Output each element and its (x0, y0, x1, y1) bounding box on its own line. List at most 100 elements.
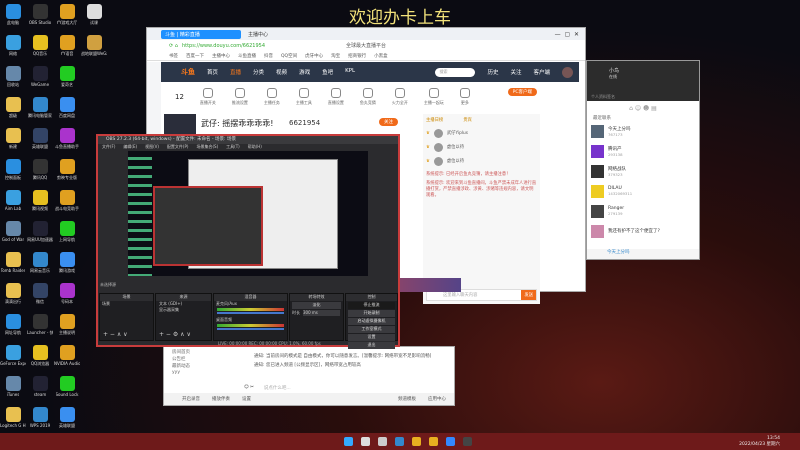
taskbar-app-icon[interactable] (429, 437, 438, 446)
desktop-icon[interactable]: 试课 (81, 2, 107, 32)
obs-control-button[interactable]: 开始录制 (348, 310, 395, 317)
desktop-icon[interactable]: 新建 (0, 126, 26, 156)
desktop-icon[interactable]: 腾讯视频 (27, 188, 53, 218)
obs-menu-item[interactable]: 视图(V) (145, 144, 159, 151)
desktop-icon[interactable]: WPS 2019 (27, 405, 53, 435)
desktop-icon[interactable]: 主播说明 (54, 312, 80, 342)
yy-chat-input[interactable]: 说点什么吧... (264, 385, 291, 391)
desktop-icon[interactable]: God of War (0, 219, 26, 249)
desktop-icon[interactable]: iTunes (0, 374, 26, 404)
nav-item[interactable]: 游戏 (299, 68, 310, 76)
desktop-icon[interactable]: 爱奇艺 (54, 64, 80, 94)
bookmark-item[interactable]: QQ空间 (281, 53, 297, 59)
pc-client-button[interactable]: PC客户端 (507, 88, 537, 96)
desktop-icon[interactable]: 英雄联盟 (27, 126, 53, 156)
bookmark-item[interactable]: 淘宝 (331, 53, 340, 59)
desktop-icon[interactable]: WeGame (27, 64, 53, 94)
obs-menu-item[interactable]: 场景集合(S) (196, 144, 218, 151)
obs-menu-item[interactable]: 文件(F) (102, 144, 115, 151)
tool-item[interactable]: 主播一起玩 (424, 88, 444, 106)
tab-vip[interactable]: 贵宾 (463, 117, 472, 123)
yy-channel[interactable]: yyy (172, 370, 232, 377)
tool-item[interactable]: 直播设置 (328, 88, 344, 106)
obs-menu-item[interactable]: 编辑(E) (123, 144, 137, 151)
douyu-logo[interactable]: 斗鱼 (181, 67, 195, 77)
qq-contact[interactable]: 腾讯产 293138 (587, 141, 699, 161)
desktop-icon[interactable]: Sound Lock (54, 374, 80, 404)
obs-control-button[interactable]: 设置 (348, 334, 395, 341)
bookmark-item[interactable]: 招商银行 (348, 53, 366, 59)
rank-row[interactable]: ♛ 武仔Yiplus (426, 126, 537, 140)
yy-channel[interactable]: 房间首页 (172, 349, 232, 356)
follow-button[interactable]: 关注 (379, 118, 398, 126)
desktop-icon[interactable]: YY游戏大厅 (54, 2, 80, 32)
obs-menu-item[interactable]: 工具(T) (226, 144, 240, 151)
desktop-icon[interactable]: 号码本 (54, 281, 80, 311)
taskbar-app-icon[interactable] (412, 437, 421, 446)
scene-item[interactable]: 场景 (100, 301, 153, 307)
tool-item[interactable]: 火力全开 (392, 88, 408, 106)
nav-history[interactable]: 历史 (487, 68, 498, 76)
qq-contact[interactable]: 今天上分吗 767173 (587, 121, 699, 141)
desktop-icon[interactable]: 网易云音乐 (27, 250, 53, 280)
qq-contact[interactable]: 我还有护不了这个便宜了? (587, 221, 699, 241)
desktop-icon[interactable]: 滴滴出行 (0, 281, 26, 311)
desktop-icon[interactable]: 回收站 (0, 64, 26, 94)
taskbar-app-icon[interactable] (344, 437, 353, 446)
obs-control-button[interactable]: 退出 (348, 342, 395, 349)
desktop-icon[interactable]: 百度网盘 (54, 95, 80, 125)
duration-input[interactable]: 300 ms (303, 310, 340, 316)
desktop-icon[interactable]: 微信 (27, 281, 53, 311)
bookmark-item[interactable]: 虎牙中心 (305, 53, 323, 59)
rank-row[interactable]: ♛ 虚位以待 (426, 154, 537, 168)
avatar[interactable] (562, 66, 573, 78)
scene-add-icon[interactable]: + − ∧ ∨ (103, 331, 128, 338)
bookmark-item[interactable]: 抖音 (264, 53, 273, 59)
send-button[interactable]: 发送 (521, 290, 536, 300)
mic-volume-slider[interactable] (217, 312, 284, 314)
desktop-icon[interactable]: 控制面板 (0, 157, 26, 187)
tool-item[interactable]: 直播开关 (200, 88, 216, 106)
yy-channel[interactable]: 公告栏 (172, 356, 232, 363)
tab-anchor-center[interactable]: 主播中心 (244, 30, 272, 39)
tab-daily-rank[interactable]: 主播日榜 (426, 117, 443, 123)
bookmark-item[interactable]: 小黑盒 (374, 53, 388, 59)
tool-item[interactable]: 主播任务 (264, 88, 280, 106)
desktop-icon[interactable]: Tomb Raider (0, 250, 26, 280)
taskbar-app-icon[interactable] (361, 437, 370, 446)
site-search-input[interactable]: 搜索 (435, 67, 476, 77)
yy-music[interactable]: 播放伴奏 (212, 396, 230, 402)
desktop-icon[interactable]: Launcher - 快捷方式 (27, 312, 53, 342)
yy-record[interactable]: 开启录音 (182, 396, 200, 402)
desktop-icon[interactable]: 腾讯QQ (27, 157, 53, 187)
desktop-icon[interactable]: 战地联盟WeGame版 (81, 33, 107, 63)
desktop-icon[interactable]: 上网导航 (54, 219, 80, 249)
desktop-icon[interactable]: 此电脑 (0, 2, 26, 32)
tool-item[interactable]: 推流设置 (232, 88, 248, 106)
nav-item[interactable]: 首页 (207, 68, 218, 76)
bookmark-item[interactable]: 斗鱼直播 (238, 53, 256, 59)
desktop-icon[interactable]: 剪映专业版 (54, 157, 80, 187)
bookmark-item[interactable]: 书签 (169, 53, 178, 59)
desktop-icon[interactable]: 英雄联盟 (54, 405, 80, 435)
url-input[interactable]: https://www.douyu.com/6621954 (182, 43, 342, 49)
tool-item[interactable]: 更多 (459, 88, 470, 106)
nav-follow[interactable]: 关注 (510, 68, 521, 76)
qq-contact[interactable]: Ranger 279139 (587, 201, 699, 221)
desktop-icon[interactable]: QQ音乐 (27, 33, 53, 63)
desktop-icon[interactable]: 网易UU加速器 (27, 219, 53, 249)
obs-menu-item[interactable]: 帮助(H) (248, 144, 262, 151)
taskbar-app-icon[interactable] (463, 437, 472, 446)
nav-item[interactable]: KPL (345, 68, 355, 76)
bookmark-item[interactable]: 主播中心 (212, 53, 230, 59)
source-item[interactable]: 显示器采集 (156, 307, 211, 313)
yy-channel[interactable]: 最新动态 (172, 363, 232, 370)
qq-contact[interactable]: DILAU 1432069311 (587, 181, 699, 201)
desktop-icon[interactable]: 网址导航 (0, 312, 26, 342)
nav-client[interactable]: 客户端 (533, 68, 550, 76)
taskbar-app-icon[interactable] (378, 437, 387, 446)
obs-menu-item[interactable]: 配置文件(P) (167, 144, 189, 151)
refresh-icon[interactable]: ⟳ ⌂ (169, 43, 178, 49)
search-hint[interactable]: 全球最大直播平台 (346, 42, 386, 49)
desktop-icon[interactable]: 超级 (0, 95, 26, 125)
